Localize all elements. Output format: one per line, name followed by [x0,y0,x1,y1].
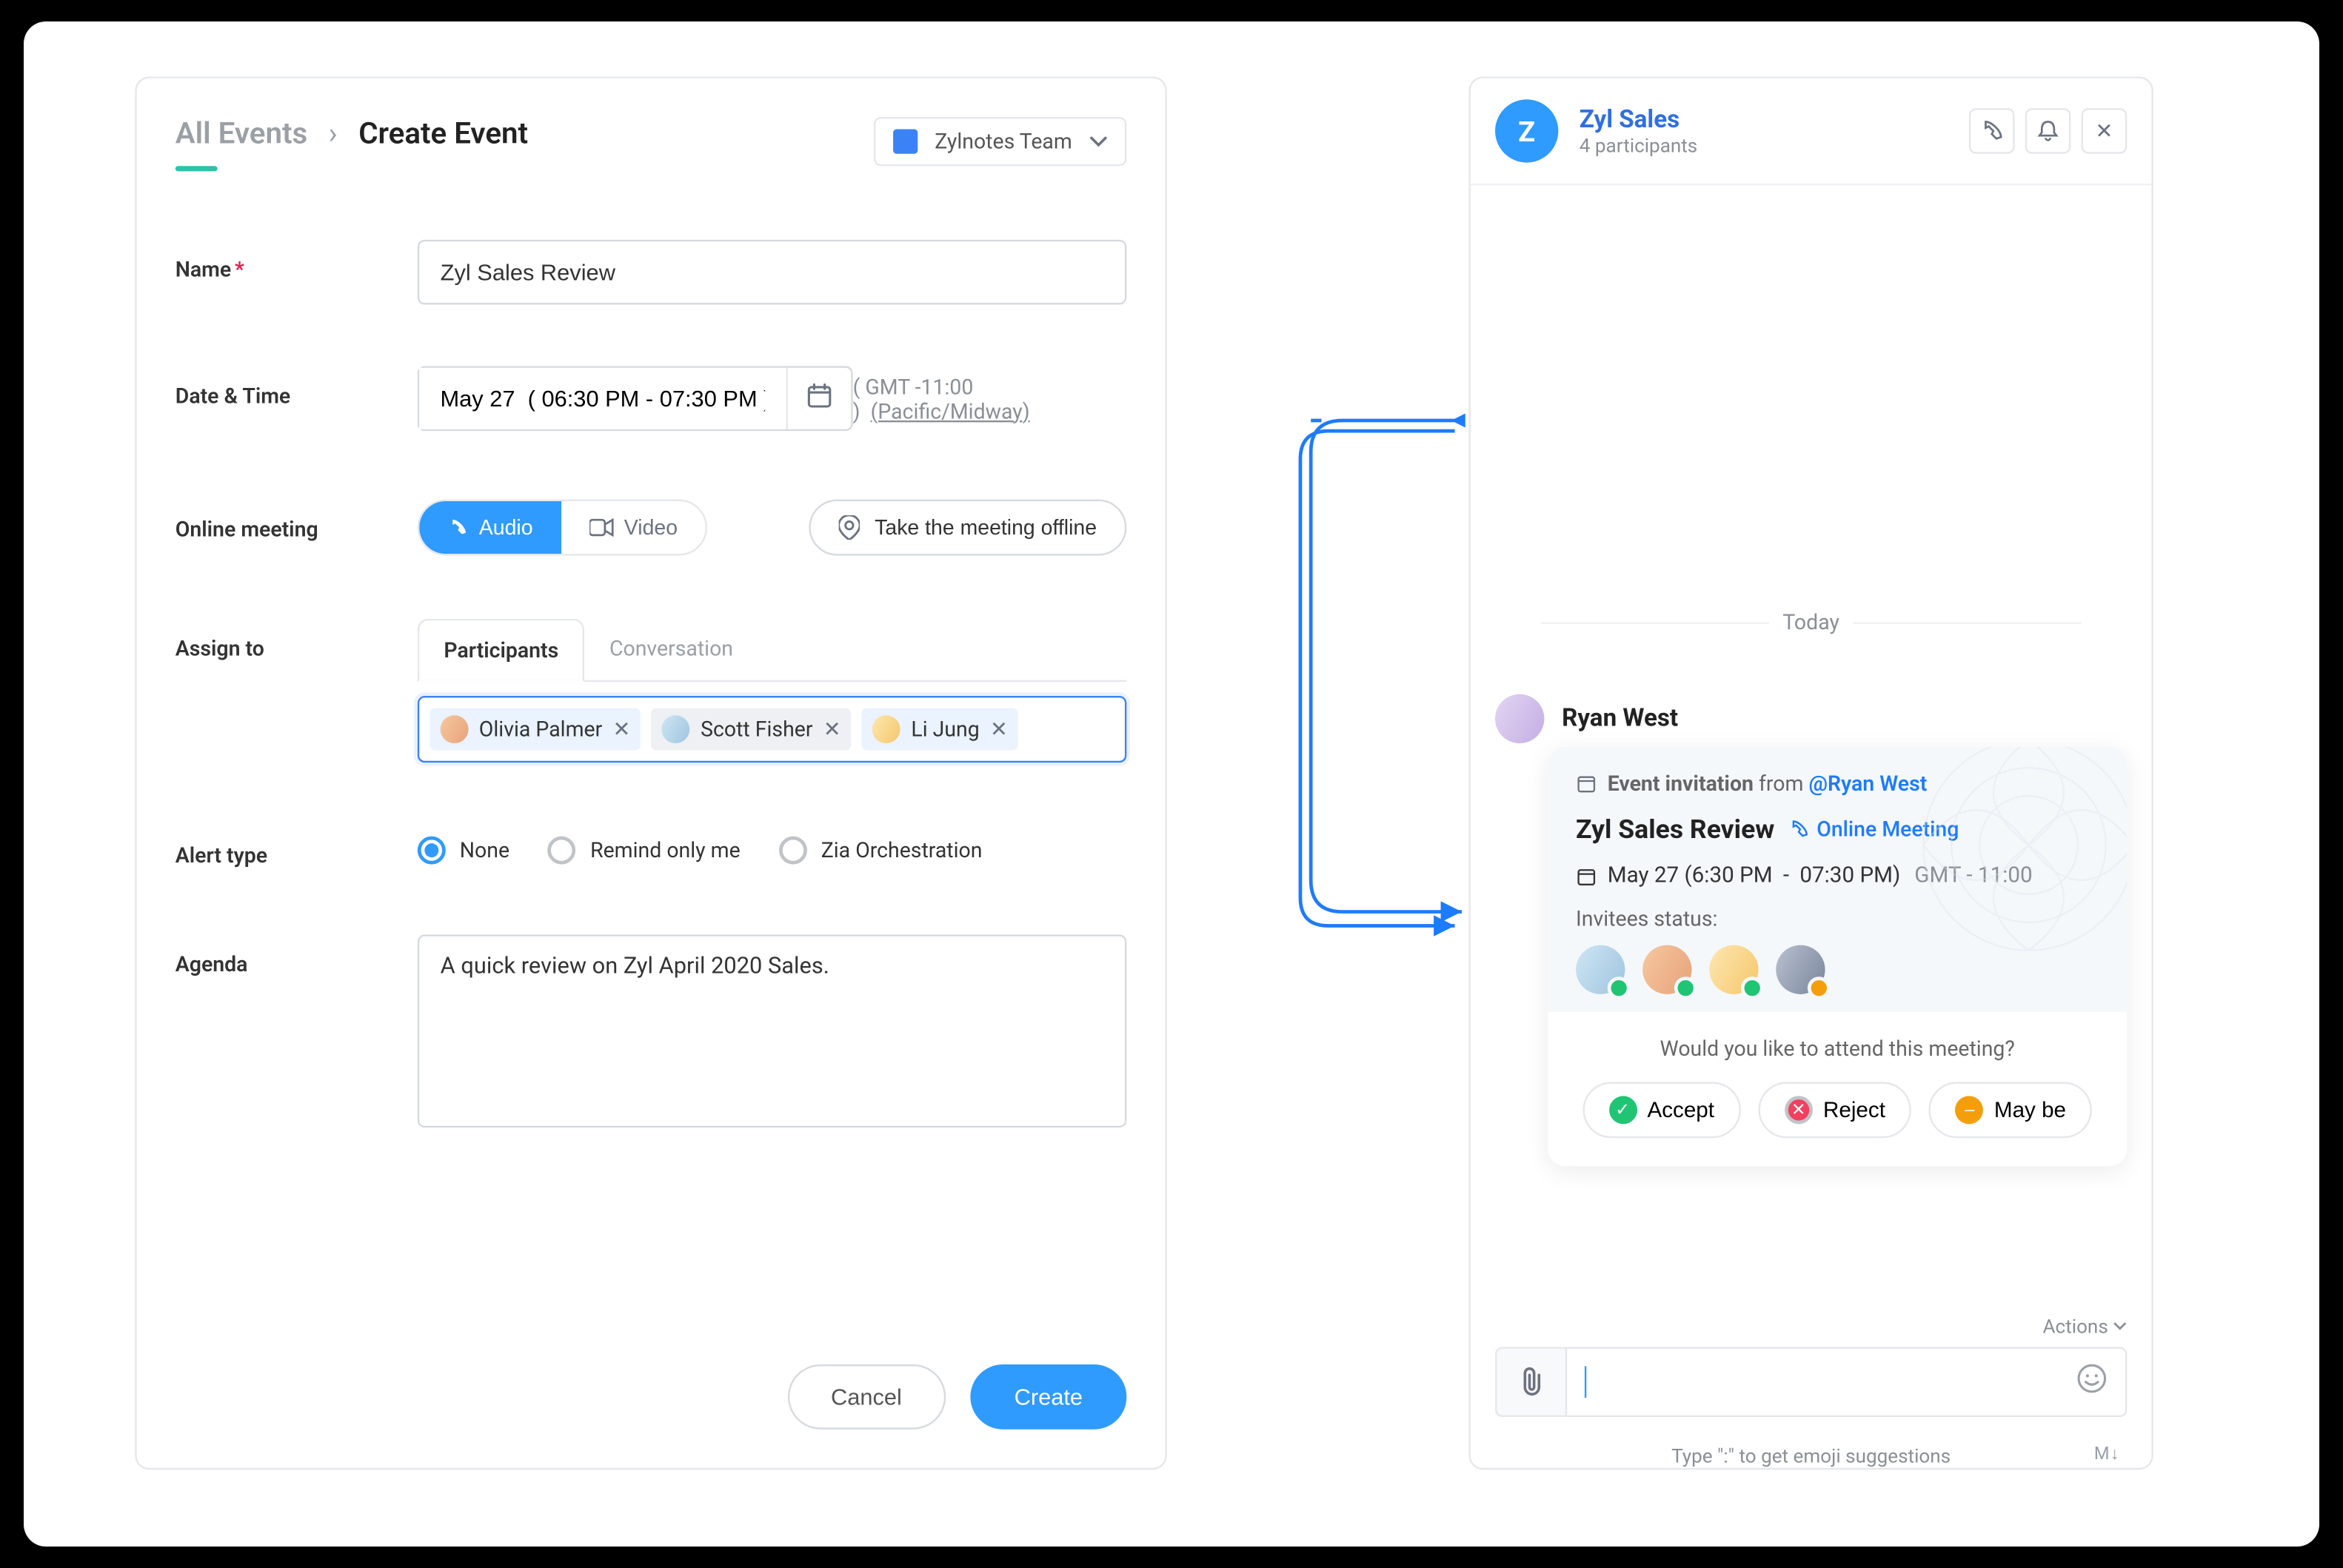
sender-avatar [1495,694,1544,743]
chat-header: Z Zyl Sales 4 participants ✕ [1471,78,2152,186]
markdown-indicator: M↓ [2094,1445,2120,1464]
participant-name: Li Jung [911,717,979,741]
paperclip-icon [1517,1366,1545,1398]
participants-input[interactable]: Olivia Palmer ✕ Scott Fisher ✕ Li Jung ✕ [418,696,1126,763]
timezone-text: ( GMT -11:00 ) (Pacific/Midway) [853,374,1127,423]
team-name: Zylnotes Team [935,130,1072,154]
team-color-swatch [892,130,917,154]
create-button[interactable]: Create [970,1364,1126,1430]
text-caret [1585,1366,1586,1398]
date-input[interactable] [419,368,788,429]
phone-icon [447,517,468,537]
location-icon [840,515,860,540]
chevron-down-icon [2113,1319,2127,1333]
sync-arrows-icon [1280,421,1469,947]
invite-event-title: Zyl Sales Review [1576,814,1774,845]
call-icon[interactable] [1969,108,2015,154]
decorative-pattern-icon [1888,747,2127,985]
tab-conversation[interactable]: Conversation [585,619,758,680]
chat-avatar: Z [1495,99,1558,162]
label-name: Name* [176,240,418,282]
status-accepted-icon [1674,976,1697,999]
breadcrumb-underline [176,166,218,171]
cancel-button[interactable]: Cancel [787,1364,946,1430]
date-field[interactable] [418,366,853,431]
radio-remind[interactable]: Remind only me [548,837,741,865]
label-assign: Assign to [176,619,418,661]
video-button[interactable]: Video [561,501,705,554]
status-accepted-icon [1608,976,1631,999]
avatar-icon [872,715,900,743]
invitee-avatar [1709,945,1758,994]
attach-button[interactable] [1495,1347,1565,1417]
composer-hint: Type ":" to get emoji suggestions [1471,1445,2152,1468]
team-dropdown[interactable]: Zylnotes Team [873,117,1126,166]
attend-question: Would you like to attend this meeting? [1576,1036,2099,1061]
message-composer [1495,1347,2127,1417]
meeting-mode-segmented: Audio Video [418,500,707,556]
audio-button[interactable]: Audio [419,501,561,554]
participant-name: Scott Fisher [701,717,812,741]
breadcrumb-all-events[interactable]: All Events [176,117,307,152]
maybe-button[interactable]: –May be [1929,1082,2092,1138]
actions-dropdown[interactable]: Actions [2043,1316,2128,1339]
event-name-input[interactable] [418,240,1126,305]
sender-name: Ryan West [1562,705,1678,733]
label-online: Online meeting [176,500,418,542]
event-invite-card: Event invitation from @Ryan West Zyl Sal… [1548,747,2127,1166]
alert-type-radios: None Remind only me Zia Orchestration [418,825,1126,864]
calendar-icon[interactable] [788,381,851,416]
chevron-down-icon [1090,133,1108,150]
phone-icon [1788,819,1809,840]
emoji-icon[interactable] [2076,1363,2108,1401]
invitee-avatar [1776,945,1825,994]
radio-none[interactable]: None [418,837,509,865]
avatar-icon [441,715,469,743]
remove-chip-icon[interactable]: ✕ [612,717,630,741]
status-accepted-icon [1741,976,1764,999]
label-agenda: Agenda [176,934,418,976]
tab-participants[interactable]: Participants [418,619,585,682]
label-date: Date & Time [176,366,418,408]
remove-chip-icon[interactable]: ✕ [823,717,841,741]
create-event-panel: All Events › Create Event Zylnotes Team … [135,76,1167,1470]
bell-icon[interactable] [2025,108,2071,154]
assign-tabs: Participants Conversation [418,619,1126,682]
remove-chip-icon[interactable]: ✕ [990,717,1008,741]
video-icon [589,517,613,537]
breadcrumb: All Events › Create Event [176,117,528,152]
breadcrumb-sep: › [329,117,338,152]
offline-button[interactable]: Take the meeting offline [809,500,1126,556]
participant-chip: Scott Fisher ✕ [652,708,852,751]
breadcrumb-current: Create Event [358,117,528,152]
status-pending-icon [1808,976,1831,999]
accept-button[interactable]: ✓Accept [1582,1082,1741,1138]
calendar-icon [1576,865,1597,886]
participant-chip: Li Jung ✕ [862,708,1018,751]
chat-panel: Z Zyl Sales 4 participants ✕ Today Ryan … [1468,76,2153,1470]
radio-zia[interactable]: Zia Orchestration [779,837,983,865]
close-icon[interactable]: ✕ [2082,108,2128,154]
day-separator: Today [1471,610,2152,634]
avatar-icon [662,715,690,743]
participant-chip: Olivia Palmer ✕ [430,708,641,751]
message-sender: Ryan West [1495,694,1678,743]
chat-title[interactable]: Zyl Sales [1580,106,1697,134]
reject-button[interactable]: ✕Reject [1758,1082,1911,1138]
calendar-icon [1576,773,1597,794]
chat-subtitle: 4 participants [1580,133,1697,156]
invitee-avatar [1576,945,1625,994]
message-input[interactable] [1565,1347,2127,1417]
timezone-region-link[interactable]: (Pacific/Midway) [871,398,1030,423]
label-alert: Alert type [176,825,418,868]
participant-name: Olivia Palmer [479,717,602,741]
invitee-avatar [1642,945,1691,994]
agenda-input[interactable] [418,934,1126,1128]
